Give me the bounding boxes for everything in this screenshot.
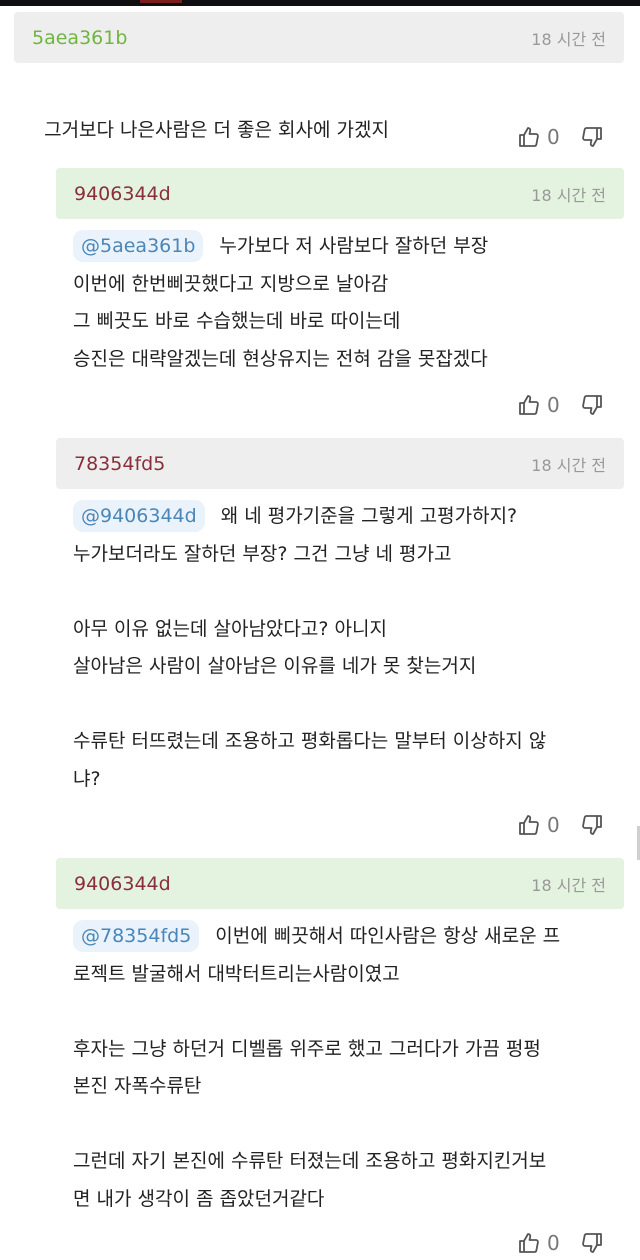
comment-header: 9406344d 18 시간 전: [56, 168, 624, 219]
thumbs-down-icon[interactable]: [580, 813, 604, 837]
thumbs-up-icon[interactable]: [517, 393, 541, 417]
like-count: 0: [547, 813, 560, 837]
comment-author[interactable]: 5aea361b: [32, 27, 127, 49]
thumbs-up-icon[interactable]: [517, 813, 541, 837]
comment-header: 5aea361b 18 시간 전: [14, 12, 624, 63]
like-count: 0: [547, 125, 560, 149]
comment-header: 9406344d 18 시간 전: [56, 858, 624, 909]
comment-line: 수류탄 터뜨렸는데 조용하고 평화롭다는 말부터 이상하지 않: [73, 730, 547, 752]
comment-actions: 0: [517, 122, 604, 152]
like-count: 0: [547, 1231, 560, 1255]
top-bar: [0, 0, 640, 6]
comment-line: 왜 네 평가기준을 그렇게 고평가하지?: [220, 505, 518, 527]
thumbs-up-icon[interactable]: [517, 1231, 541, 1255]
comment-actions: 0: [517, 390, 604, 420]
comment-line: 이번에 삐끗해서 따인사람은 항상 새로운 프: [215, 925, 561, 947]
comment-line: 면 내가 생각이 좀 좁았던거같다: [73, 1187, 325, 1210]
comment-author[interactable]: 9406344d: [74, 873, 171, 895]
mention-tag[interactable]: @9406344d: [73, 500, 205, 532]
thumbs-up-icon[interactable]: [517, 125, 541, 149]
comment-line: 로젝트 발굴해서 대박터트리는사람이였고: [73, 962, 400, 985]
comment-header: 78354fd5 18 시간 전: [56, 438, 624, 489]
comment-line: 승진은 대략알겠는데 현상유지는 전혀 감을 못잡겠다: [73, 347, 488, 370]
like-count: 0: [547, 393, 560, 417]
comment-time: 18 시간 전: [531, 29, 606, 49]
comment-line: 그 삐끗도 바로 수습했는데 바로 따이는데: [73, 310, 401, 332]
comment-line: 누가보다 저 사람보다 잘하던 부장: [219, 235, 489, 257]
comment-actions: 0: [517, 810, 604, 840]
thumbs-down-icon[interactable]: [580, 393, 604, 417]
top-bar-accent: [140, 0, 182, 3]
mention-tag[interactable]: @78354fd5: [73, 920, 200, 952]
mention-tag[interactable]: @5aea361b: [73, 230, 204, 262]
comment-line: 이번에 한번삐끗했다고 지방으로 날아감: [73, 272, 389, 295]
comment-body: @78354fd5 이번에 삐끗해서 따인사람은 항상 새로운 프 로젝트 발굴해…: [73, 918, 628, 1218]
comment-line: 그거보다 나은사람은 더 좋은 회사에 가겠지: [44, 118, 389, 141]
comment-line: 후자는 그냥 하던거 디벨롭 위주로 했고 그러다가 가끔 펑펑: [73, 1037, 541, 1060]
comment-line: 본진 자폭수류탄: [73, 1075, 202, 1097]
comment-line: 냐?: [73, 767, 101, 790]
comment-body: @9406344d 왜 네 평가기준을 그렇게 고평가하지? 누가보더라도 잘하던…: [73, 498, 628, 798]
comment-line: 누가보더라도 잘하던 부장? 그건 그냥 네 평가고: [73, 542, 452, 565]
comment-author[interactable]: 9406344d: [74, 183, 171, 205]
comment-body: @5aea361b 누가보다 저 사람보다 잘하던 부장 이번에 한번삐끗했다고 …: [73, 228, 628, 378]
comment-line: 아무 이유 없는데 살아남았다고? 아니지: [73, 617, 387, 640]
comment-line: 살아남은 사람이 살아남은 이유를 네가 못 찾는거지: [73, 655, 477, 677]
comment-line: 그런데 자기 본진에 수류탄 터졌는데 조용하고 평화지킨거보: [73, 1150, 547, 1172]
thumbs-down-icon[interactable]: [580, 125, 604, 149]
thumbs-down-icon[interactable]: [580, 1231, 604, 1255]
comment-actions: 0: [517, 1228, 604, 1258]
comment-time: 18 시간 전: [531, 455, 606, 475]
comment-time: 18 시간 전: [531, 875, 606, 895]
comment-author[interactable]: 78354fd5: [74, 453, 165, 475]
comment-time: 18 시간 전: [531, 185, 606, 205]
